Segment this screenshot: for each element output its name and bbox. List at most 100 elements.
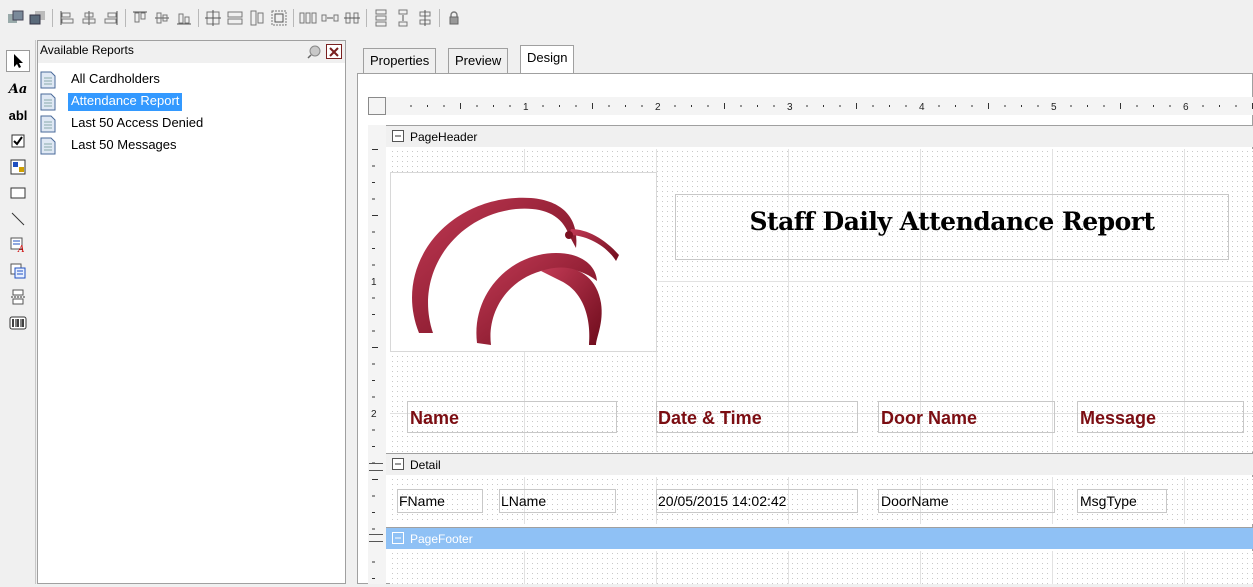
column-header-name-box[interactable]: Name (407, 401, 617, 433)
collapse-icon[interactable] (392, 458, 404, 470)
textbox-tool[interactable]: abl (6, 104, 30, 126)
ruler-number: 1 (371, 277, 377, 288)
ruler-tick (493, 105, 494, 107)
align-center-icon[interactable] (80, 9, 98, 27)
vertical-spacing-equal-icon[interactable] (372, 9, 390, 27)
collapse-icon[interactable] (392, 130, 404, 142)
same-size-icon[interactable] (204, 9, 222, 27)
ruler-tick (372, 231, 375, 233)
label-tool[interactable]: Aa (6, 78, 30, 100)
ruler-tick (372, 495, 375, 497)
logo-picture[interactable] (390, 172, 657, 352)
ruler-tick (460, 103, 461, 109)
ruler-tick (476, 105, 478, 107)
ruler-tick (757, 105, 758, 107)
band-detail[interactable]: Detail (386, 453, 1253, 475)
ruler-tick (905, 105, 907, 107)
band-pagefooter[interactable]: PageFooter (386, 527, 1253, 549)
ruler-tick (410, 105, 412, 107)
ruler-tick (372, 363, 375, 365)
align-middle-icon[interactable] (153, 9, 171, 27)
align-bottom-icon[interactable] (175, 9, 193, 27)
ruler-tick (1103, 105, 1105, 107)
detail-field-fname[interactable]: FName (397, 489, 483, 513)
pagefooter-area[interactable] (390, 551, 1253, 584)
ruler-tick (372, 198, 375, 200)
ruler-tick (372, 380, 375, 381)
ruler-tick (372, 149, 378, 150)
horizontal-ruler: 1 2 3 4 5 6 (386, 97, 1253, 115)
ruler-tick (740, 105, 742, 107)
lock-icon[interactable] (445, 9, 463, 27)
ruler-tick (1169, 105, 1171, 107)
ruler-number: 2 (371, 409, 377, 420)
ruler-tick (372, 528, 375, 530)
ruler-tick (372, 215, 378, 216)
same-width-icon[interactable] (226, 9, 244, 27)
vertical-ruler: 12 (368, 125, 386, 584)
ruler-tick (372, 347, 378, 348)
horizontal-spacing-equal-icon[interactable] (299, 9, 317, 27)
ruler-tick (372, 297, 375, 299)
ruler-tick (372, 561, 375, 563)
send-to-back-icon[interactable] (29, 9, 47, 27)
vertical-spacing-increase-icon[interactable] (394, 9, 412, 27)
size-to-grid-icon[interactable] (270, 9, 288, 27)
same-height-icon[interactable] (248, 9, 266, 27)
report-document-icon (40, 115, 56, 136)
checkbox-tool-icon[interactable] (6, 130, 30, 152)
band-label: Detail (410, 458, 441, 472)
ruler-tick (856, 103, 857, 109)
tab-design[interactable]: Design (520, 45, 575, 75)
column-header-name: Name (410, 408, 460, 428)
tab-preview[interactable]: Preview (448, 48, 509, 74)
ruler-tick (641, 105, 643, 107)
horizontal-spacing-decrease-icon[interactable] (343, 9, 361, 27)
column-header-doorname-box[interactable]: Door Name (878, 401, 1055, 433)
ruler-tick (372, 182, 375, 183)
panel-title-bar: Available Reports (38, 41, 345, 63)
ruler-tick (575, 105, 577, 107)
ruler-tick (1070, 105, 1072, 107)
ruler-tick (592, 103, 593, 109)
page-break-tool-icon[interactable] (6, 286, 30, 308)
column-header-message-box[interactable]: Message (1077, 401, 1244, 433)
detail-field-datetime[interactable]: 20/05/2015 14:02:42 (656, 489, 858, 513)
horizontal-spacing-increase-icon[interactable] (321, 9, 339, 27)
toolbox: Aa abl A (0, 40, 36, 584)
align-left-icon[interactable] (58, 9, 76, 27)
column-header-datetime-box[interactable]: Date & Time (656, 401, 858, 433)
detail-field-msgtype[interactable]: MsgType (1077, 489, 1167, 513)
band-label: PageHeader (410, 130, 478, 144)
report-title-box[interactable]: Staff Daily Attendance Report (675, 194, 1229, 260)
ruler-tick (372, 446, 375, 447)
shape-tool-icon[interactable] (6, 182, 30, 204)
subreport-tool-icon[interactable] (6, 260, 30, 282)
bring-to-front-icon[interactable] (7, 9, 25, 27)
ruler-number: 1 (523, 102, 529, 113)
barcode-tool-icon[interactable] (6, 312, 30, 334)
ruler-tick (372, 429, 375, 431)
rich-text-tool-icon[interactable]: A (6, 234, 30, 256)
detail-field-doorname[interactable]: DoorName (878, 489, 1055, 513)
align-right-icon[interactable] (102, 9, 120, 27)
tab-properties[interactable]: Properties (363, 48, 437, 74)
picture-tool-icon[interactable] (6, 156, 30, 178)
ruler-tick (372, 578, 375, 579)
collapse-icon[interactable] (392, 532, 404, 544)
detail-grip-icon[interactable] (369, 463, 383, 471)
ruler-tick (971, 105, 973, 107)
detail-field-lname[interactable]: LName (499, 489, 616, 513)
band-pageheader[interactable]: PageHeader (386, 125, 1253, 147)
pointer-tool-icon[interactable] (6, 50, 30, 72)
footer-grip-icon[interactable] (369, 534, 383, 542)
align-top-icon[interactable] (131, 9, 149, 27)
report-label: All Cardholders (71, 71, 160, 86)
vertical-spacing-decrease-icon[interactable] (416, 9, 434, 27)
ruler-tick (691, 105, 692, 107)
ruler-tick (372, 165, 375, 167)
report-title: Staff Daily Attendance Report (749, 207, 1156, 236)
close-icon[interactable] (326, 44, 342, 59)
line-tool-icon[interactable] (6, 208, 30, 230)
pin-icon[interactable] (306, 44, 322, 63)
